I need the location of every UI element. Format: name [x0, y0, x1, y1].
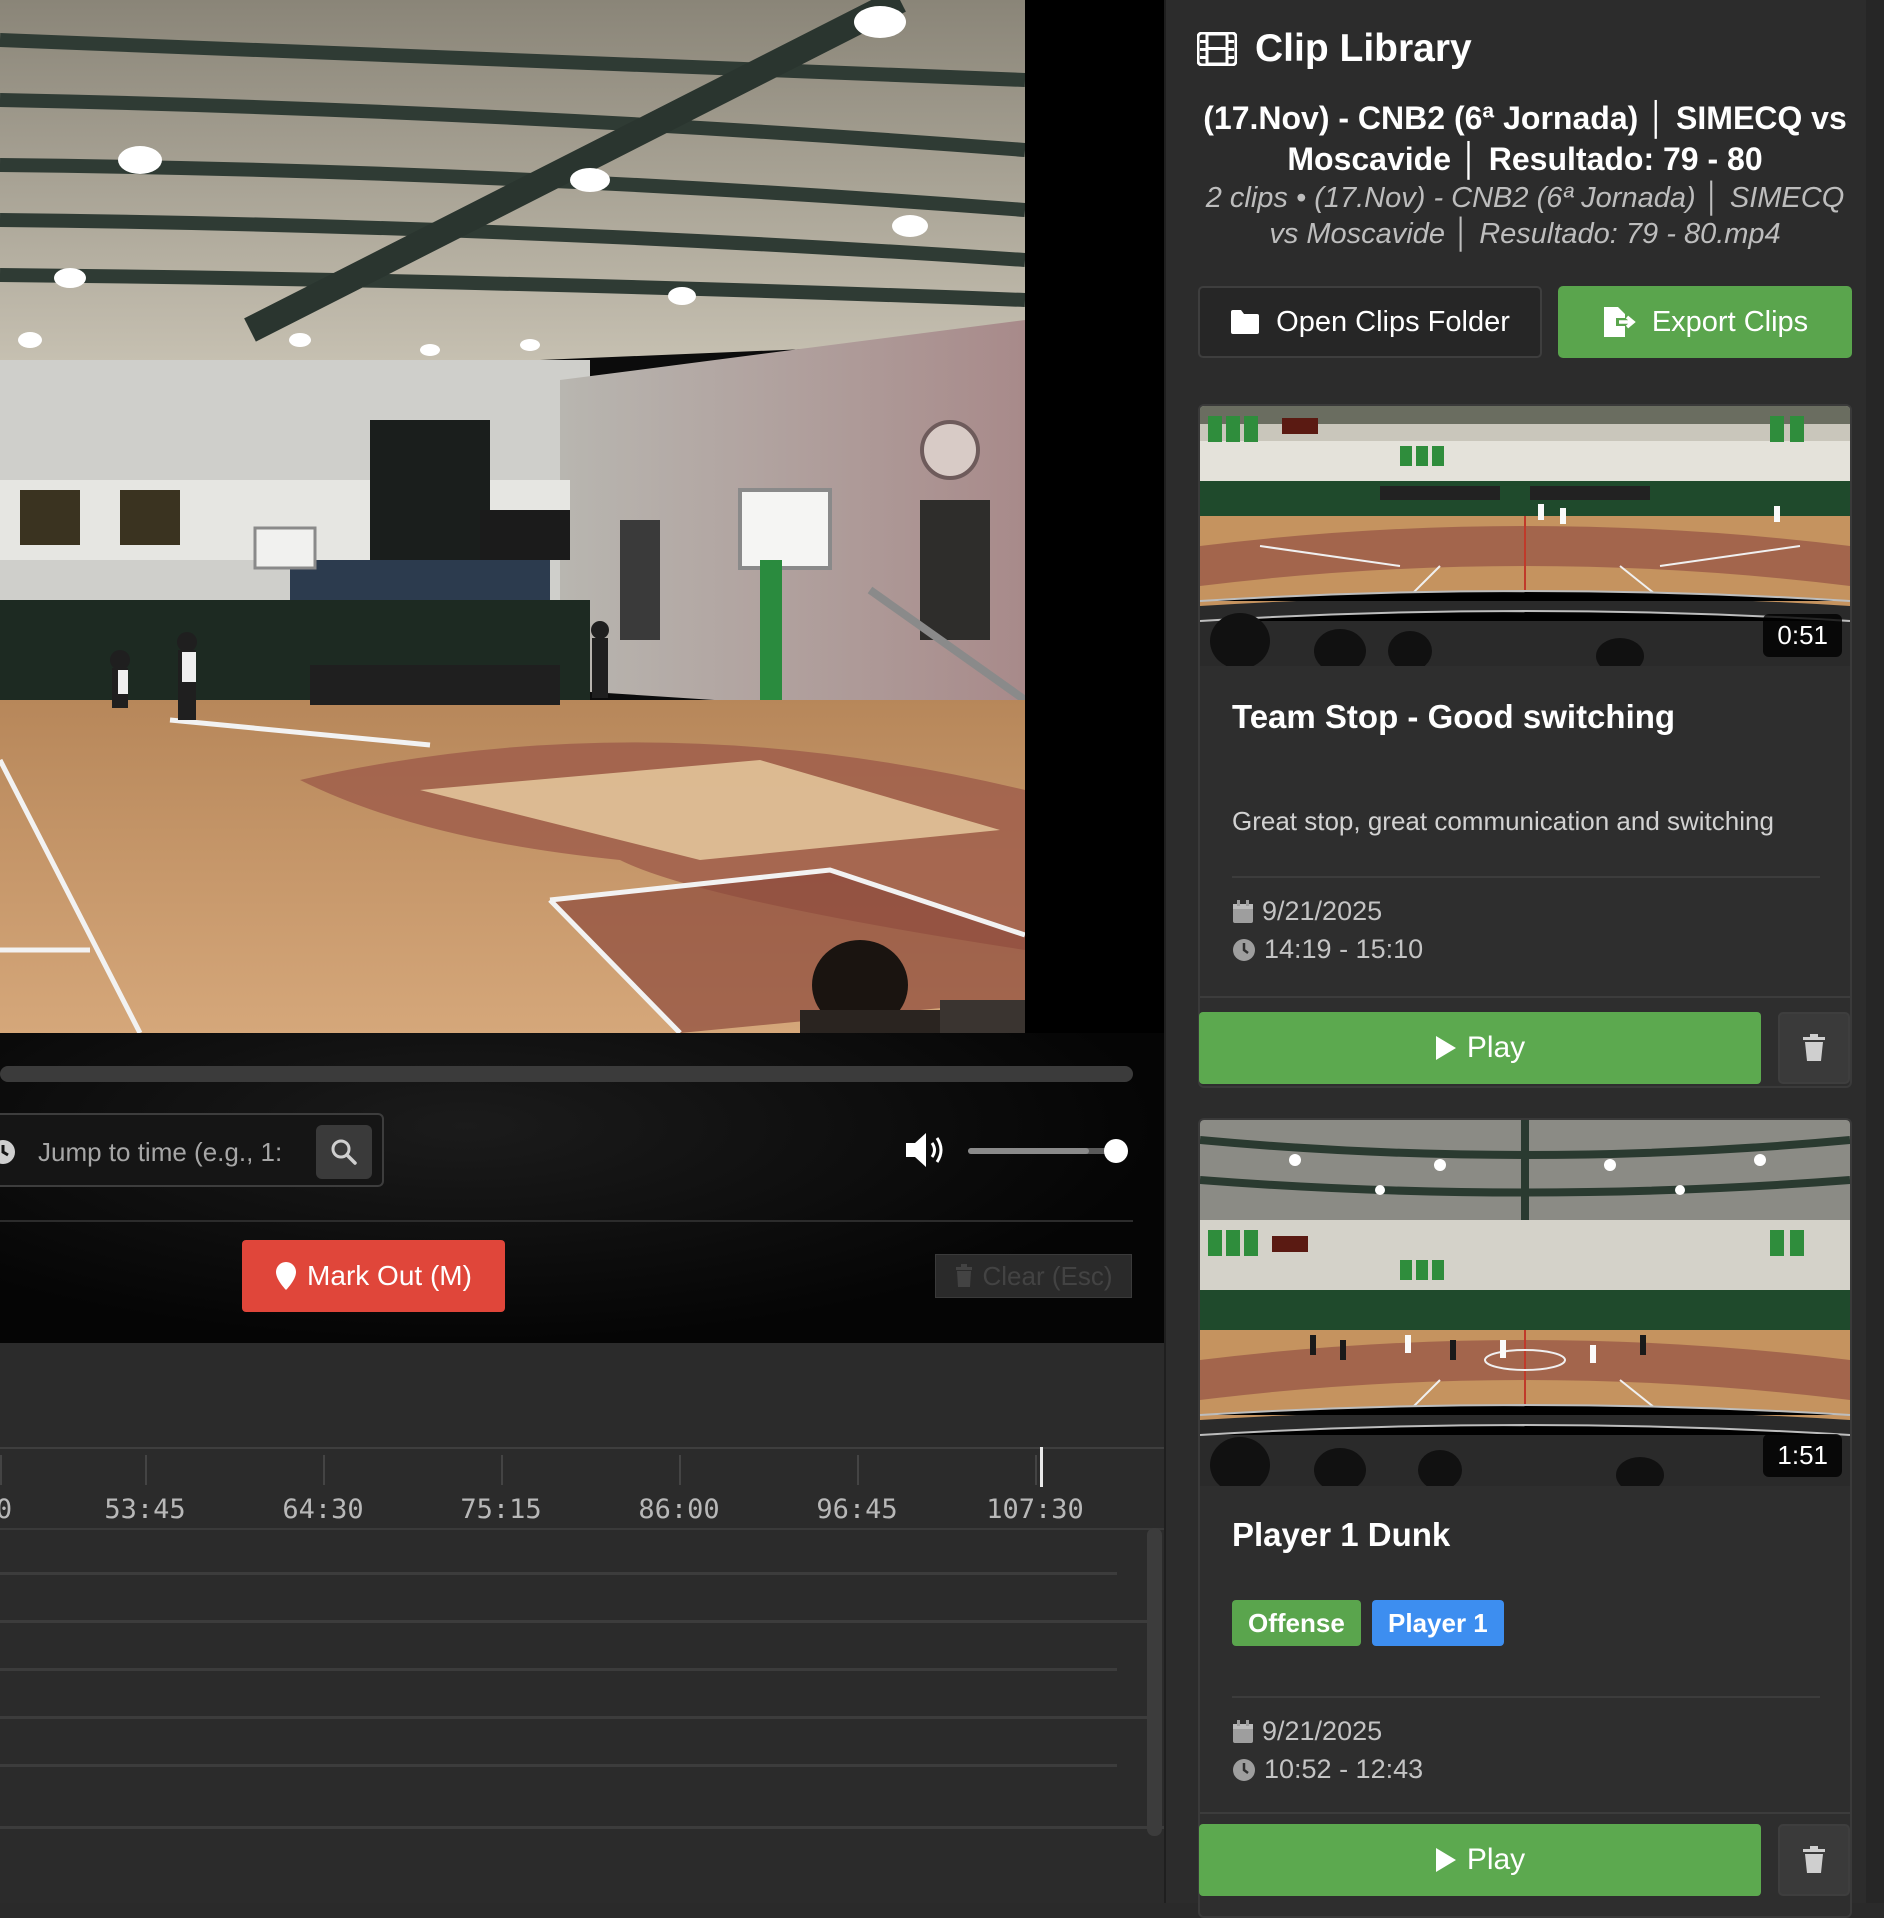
- timeline-track-line: [0, 1572, 1117, 1575]
- clip-time-range-text: 10:52 - 12:43: [1264, 1754, 1424, 1784]
- play-clip-button[interactable]: Play: [1199, 1012, 1761, 1084]
- game-subtitle: 2 clips • (17.Nov) - CNB2 (6ª Jornada) │…: [1195, 180, 1855, 252]
- jump-search-button[interactable]: [316, 1125, 372, 1179]
- game-title-line: Moscavide │ Resultado: 79 - 80: [1287, 141, 1763, 177]
- volume-icon[interactable]: [904, 1129, 950, 1171]
- video-frame-image: [0, 0, 1025, 1033]
- timeline-playhead[interactable]: [1040, 1447, 1043, 1487]
- delete-clip-button[interactable]: [1778, 1824, 1850, 1896]
- timeline-ruler-bottom: [0, 1528, 1164, 1530]
- film-icon: [1197, 32, 1237, 66]
- play-clip-button[interactable]: Play: [1199, 1824, 1761, 1896]
- file-export-icon: [1603, 307, 1636, 337]
- timeline-tick: [501, 1455, 503, 1485]
- timeline-track-line: [0, 1668, 1117, 1671]
- clip-thumbnail-image: [1200, 1120, 1850, 1486]
- mark-out-button[interactable]: Mark Out (M): [242, 1240, 505, 1312]
- timeline-tick: [0, 1455, 2, 1485]
- clip-title: Team Stop - Good switching: [1232, 698, 1676, 735]
- clip-date: 9/21/2025: [1232, 1716, 1382, 1747]
- clip-meta-divider: [1232, 876, 1820, 878]
- trash-icon: [956, 1264, 973, 1287]
- timeline[interactable]: [0, 1343, 1164, 1903]
- timeline-track-line: [0, 1826, 1164, 1829]
- clock-icon: [1233, 1758, 1255, 1781]
- controls-divider: [0, 1220, 1133, 1222]
- timeline-tick-label: 64:30: [282, 1494, 364, 1525]
- clock-icon: [0, 1140, 15, 1164]
- search-icon: [331, 1139, 357, 1165]
- open-clips-folder-button[interactable]: Open Clips Folder: [1198, 286, 1542, 358]
- clip-date-text: 9/21/2025: [1262, 1716, 1383, 1746]
- trash-icon: [1803, 1846, 1825, 1873]
- timeline-ruler-top: [0, 1447, 1164, 1449]
- folder-icon: [1231, 310, 1260, 334]
- delete-clip-button[interactable]: [1778, 1012, 1850, 1084]
- timeline-tick-label: 53:45: [104, 1494, 186, 1525]
- play-icon: [1435, 1036, 1456, 1060]
- timeline-tick-label: 107:30: [986, 1494, 1084, 1525]
- trash-icon: [1803, 1034, 1825, 1061]
- mark-out-label: Mark Out (M): [307, 1260, 472, 1291]
- clip-thumbnail-image: [1200, 406, 1850, 666]
- volume-slider[interactable]: [968, 1148, 1116, 1154]
- clip-title: Player 1 Dunk: [1232, 1516, 1451, 1553]
- timeline-tick: [145, 1455, 147, 1485]
- timeline-tick-label: 75:15: [460, 1494, 542, 1525]
- timeline-tick: [1035, 1455, 1037, 1485]
- export-clips-button[interactable]: Export Clips: [1558, 286, 1852, 358]
- clip-card: 0:51 Team Stop - Good switching Great st…: [1198, 404, 1852, 1088]
- game-title-line: (17.Nov) - CNB2 (6ª Jornada) │ SIMECQ vs: [1203, 100, 1847, 136]
- game-subtitle-line: 2 clips • (17.Nov) - CNB2 (6ª Jornada) │…: [1205, 182, 1845, 214]
- sidebar-scrollbar[interactable]: [1866, 0, 1884, 1903]
- clip-thumbnail[interactable]: [1200, 1120, 1850, 1486]
- clear-label: Clear (Esc): [982, 1260, 1113, 1291]
- clock-icon: [1233, 938, 1255, 961]
- clip-time-range-text: 14:19 - 15:10: [1264, 934, 1424, 964]
- clip-meta-divider: [1232, 1696, 1820, 1698]
- clip-card-divider: [1200, 1812, 1850, 1814]
- timeline-tick-label: 96:45: [816, 1494, 898, 1525]
- tag-offense[interactable]: Offense: [1232, 1600, 1361, 1646]
- timeline-tick: [857, 1455, 859, 1485]
- play-label: Play: [1466, 1031, 1526, 1064]
- clip-duration: 1:51: [1763, 1434, 1842, 1477]
- timeline-tick-label: 86:00: [638, 1494, 720, 1525]
- clip-time-range: 14:19 - 15:10: [1232, 934, 1423, 965]
- timeline-scrollbar[interactable]: [1147, 1528, 1162, 1836]
- jump-to-time-box: [0, 1113, 384, 1187]
- clip-card-divider: [1200, 996, 1850, 998]
- tag-player[interactable]: Player 1: [1372, 1600, 1504, 1646]
- clip-library-title: Clip Library: [1255, 27, 1472, 70]
- timeline-tick: [323, 1455, 325, 1485]
- video-frame[interactable]: [0, 0, 1025, 1033]
- jump-to-time-input[interactable]: [36, 1129, 302, 1175]
- volume-fill: [968, 1148, 1090, 1154]
- clip-card: 1:51 Player 1 Dunk Offense Player 1 9/21…: [1198, 1118, 1852, 1918]
- game-title: (17.Nov) - CNB2 (6ª Jornada) │ SIMECQ vs…: [1195, 98, 1855, 180]
- timeline-tick-label: 0: [0, 1494, 13, 1525]
- play-label: Play: [1466, 1843, 1526, 1876]
- game-subtitle-line: vs Moscavide │ Resultado: 79 - 80.mp4: [1269, 218, 1781, 250]
- volume-thumb[interactable]: [1104, 1139, 1128, 1163]
- clear-button[interactable]: Clear (Esc): [935, 1254, 1132, 1298]
- timeline-track-line: [0, 1620, 1147, 1623]
- timeline-track-line: [0, 1764, 1117, 1767]
- timeline-tick: [679, 1455, 681, 1485]
- clip-duration: 0:51: [1763, 614, 1842, 657]
- progress-bar[interactable]: [0, 1066, 1133, 1082]
- clip-description: Great stop, great communication and swit…: [1232, 806, 1774, 836]
- export-clips-label: Export Clips: [1651, 305, 1809, 338]
- calendar-icon: [1233, 1719, 1253, 1743]
- open-clips-folder-label: Open Clips Folder: [1276, 305, 1510, 338]
- clip-library-header: Clip Library: [1197, 24, 1472, 74]
- calendar-icon: [1233, 899, 1253, 923]
- timeline-track-line: [0, 1716, 1147, 1719]
- clip-date-text: 9/21/2025: [1262, 896, 1383, 926]
- map-marker-icon: [276, 1262, 297, 1290]
- clip-thumbnail[interactable]: [1200, 406, 1850, 666]
- clip-date: 9/21/2025: [1232, 896, 1382, 927]
- play-icon: [1435, 1848, 1456, 1872]
- clip-time-range: 10:52 - 12:43: [1232, 1754, 1423, 1785]
